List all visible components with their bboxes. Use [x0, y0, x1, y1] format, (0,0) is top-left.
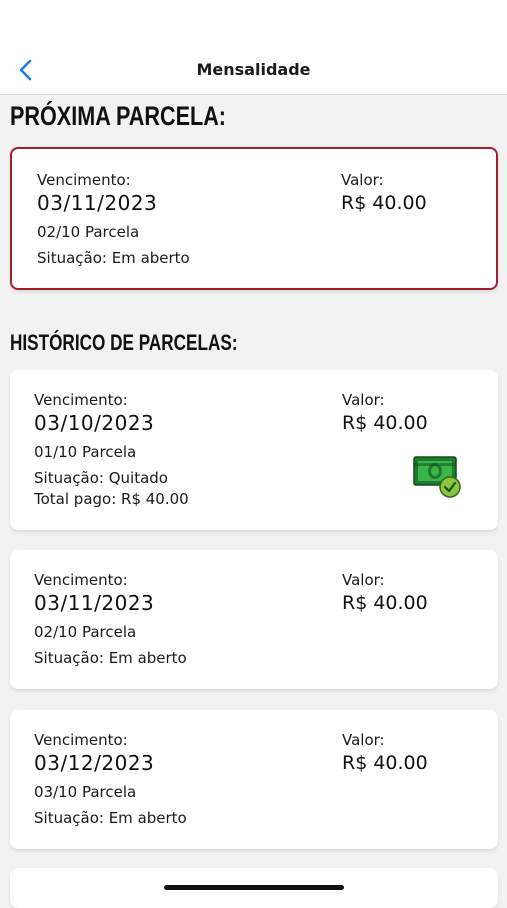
status-text: Situação: Em aberto — [34, 809, 187, 827]
app-header: Mensalidade — [0, 0, 507, 95]
value-amount: R$ 40.00 — [341, 192, 427, 214]
status-text: Situação: Em aberto — [37, 249, 190, 267]
history-card[interactable]: Vencimento: 03/10/2023 01/10 Parcela Sit… — [10, 370, 498, 530]
value-amount: R$ 40.00 — [342, 752, 428, 774]
value-label: Valor: — [342, 571, 385, 589]
due-label: Vencimento: — [34, 391, 128, 409]
paid-money-check-icon — [413, 456, 461, 498]
page-title: Mensalidade — [196, 60, 311, 79]
value-amount: R$ 40.00 — [342, 592, 428, 614]
due-label: Vencimento: — [34, 731, 128, 749]
history-card[interactable]: Vencimento: 03/11/2023 02/10 Parcela Sit… — [10, 550, 498, 689]
status-text: Situação: Em aberto — [34, 649, 187, 667]
installment-number: 03/10 Parcela — [34, 783, 137, 801]
value-label: Valor: — [342, 391, 385, 409]
value-amount: R$ 40.00 — [342, 412, 428, 434]
due-label: Vencimento: — [34, 571, 128, 589]
home-indicator[interactable] — [164, 885, 344, 890]
next-installment-card[interactable]: Vencimento: 03/11/2023 02/10 Parcela Sit… — [10, 147, 498, 290]
due-label: Vencimento: — [37, 171, 131, 189]
installment-number: 02/10 Parcela — [37, 223, 140, 241]
value-label: Valor: — [341, 171, 384, 189]
total-paid-text: Total pago: R$ 40.00 — [34, 490, 189, 508]
history-heading: HISTÓRICO DE PARCELAS: — [10, 330, 238, 355]
next-installment-heading: PRÓXIMA PARCELA: — [10, 101, 226, 131]
due-date: 03/11/2023 — [37, 191, 158, 215]
due-date: 03/11/2023 — [34, 591, 155, 615]
installment-number: 01/10 Parcela — [34, 443, 137, 461]
installment-number: 02/10 Parcela — [34, 623, 137, 641]
status-text: Situação: Quitado — [34, 469, 168, 487]
value-label: Valor: — [342, 731, 385, 749]
due-date: 03/12/2023 — [34, 751, 155, 775]
due-date: 03/10/2023 — [34, 411, 155, 435]
history-card[interactable]: Vencimento: 03/12/2023 03/10 Parcela Sit… — [10, 710, 498, 849]
